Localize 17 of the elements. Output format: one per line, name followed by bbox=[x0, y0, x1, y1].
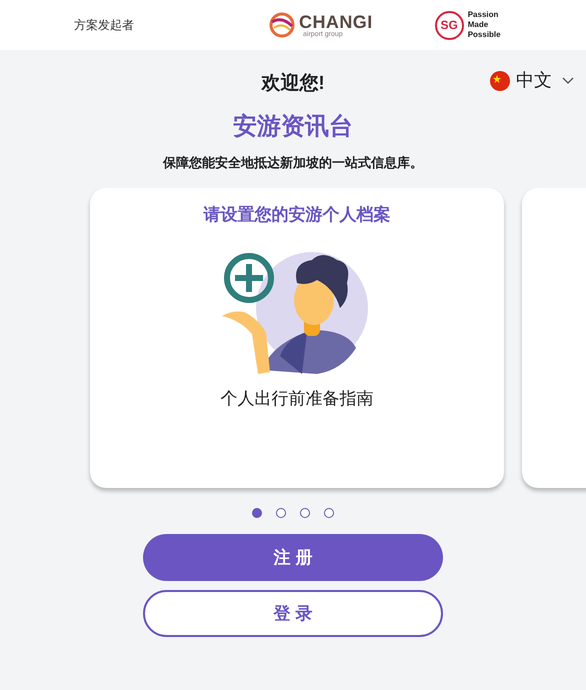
page-subtitle: 保障您能安全地抵达新加坡的一站式信息库。 bbox=[163, 154, 423, 172]
card-heading: 请设置您的安游个人档案 bbox=[202, 204, 392, 226]
flag-icon bbox=[490, 70, 510, 90]
register-button[interactable]: 注 册 bbox=[143, 534, 443, 581]
sg-logo-mark: SG bbox=[434, 10, 464, 40]
login-button[interactable]: 登 录 bbox=[143, 590, 443, 637]
sg-logo-text: Possible bbox=[468, 30, 501, 40]
page-title: 安游资讯台 bbox=[233, 112, 353, 142]
sg-logo-text: Made bbox=[468, 20, 490, 30]
card-caption: 个人出行前准备指南 bbox=[220, 388, 374, 410]
changi-logo-text: CHANGI bbox=[299, 12, 373, 30]
changi-logo-icon bbox=[268, 12, 296, 38]
greeting: 欢迎您! bbox=[261, 72, 325, 96]
chevron-down-icon bbox=[562, 76, 574, 84]
sponsor-label: 方案发起者 bbox=[74, 17, 135, 34]
language-selector[interactable]: 中文 bbox=[490, 67, 574, 94]
sg-logo-text: Passion bbox=[468, 10, 500, 20]
